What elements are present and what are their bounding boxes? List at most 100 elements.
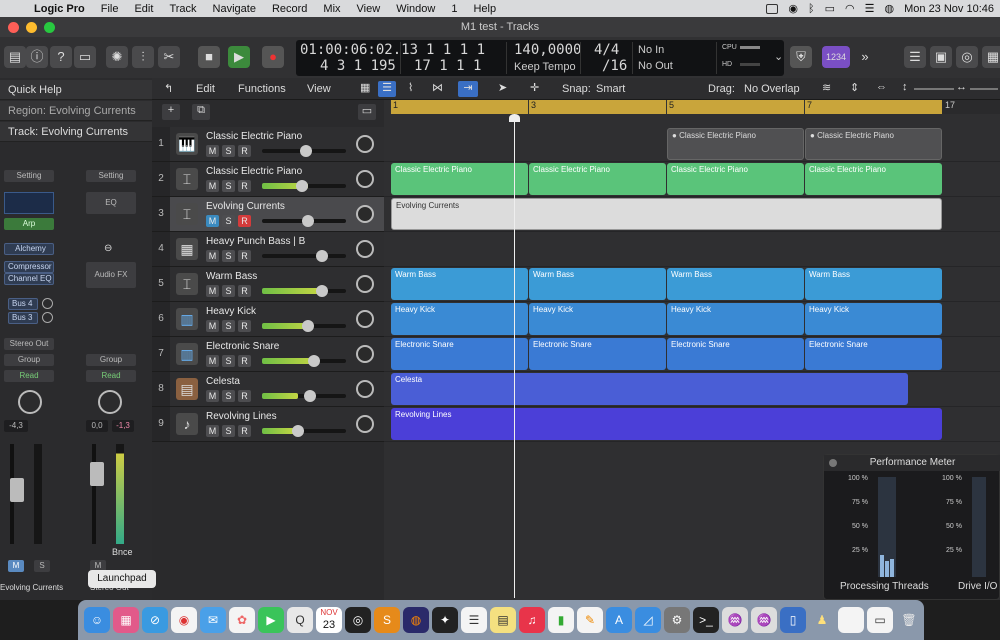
strip1-setting-button[interactable]: Setting	[4, 170, 54, 182]
music-icon[interactable]: ♫	[519, 607, 545, 633]
mixer-icon[interactable]: ⫶	[132, 46, 154, 68]
strip1-group-button[interactable]: Group	[4, 354, 54, 366]
global-tracks-icon[interactable]: ▭	[358, 104, 376, 120]
strip1-instrument-slot[interactable]: Alchemy	[4, 243, 54, 255]
close-window-button[interactable]	[8, 22, 19, 33]
track-name[interactable]: Classic Electric Piano	[206, 166, 302, 177]
vertical-zoom-slider[interactable]	[914, 88, 954, 90]
volume-fader-knob[interactable]	[316, 285, 328, 297]
chrome-icon[interactable]: ◉	[171, 607, 197, 633]
mute-button[interactable]: M	[206, 390, 219, 402]
track-name[interactable]: Heavy Punch Bass | B	[206, 236, 305, 247]
volume-fader-knob[interactable]	[300, 145, 312, 157]
edit-menu[interactable]: Edit	[196, 83, 215, 95]
region[interactable]: Evolving Currents	[391, 198, 942, 230]
lcd-chevron-icon[interactable]: ⌄	[774, 50, 783, 63]
region[interactable]: Heavy Kick	[667, 303, 804, 335]
launchpad-icon[interactable]: ▦	[113, 607, 139, 633]
playhead-handle[interactable]	[509, 114, 520, 122]
download-folder-icon[interactable]: ♟	[809, 607, 835, 633]
flex-icon[interactable]: ⋈	[432, 81, 443, 94]
quick-help-icon[interactable]: ?	[50, 46, 72, 68]
play-button[interactable]: ▶	[228, 46, 250, 68]
view-menu[interactable]: View	[307, 83, 331, 95]
mute-button[interactable]: M	[206, 285, 219, 297]
notes-icon[interactable]: ▣	[930, 46, 952, 68]
pan-knob[interactable]	[356, 415, 374, 433]
pointer-tool-icon[interactable]: ➤	[498, 81, 507, 94]
document-icon[interactable]: ▭	[867, 607, 893, 633]
inspector-icon[interactable]: ⓘ	[26, 46, 48, 68]
horizontal-zoom-slider[interactable]	[970, 88, 998, 90]
pan-knob[interactable]	[356, 240, 374, 258]
sublime-icon[interactable]: S	[374, 607, 400, 633]
strip2-pan-knob[interactable]	[98, 390, 122, 414]
pan-knob[interactable]	[356, 380, 374, 398]
menu-record[interactable]: Record	[264, 3, 315, 15]
smart-controls-icon[interactable]: ✺	[106, 46, 128, 68]
track-name[interactable]: Celesta	[206, 376, 240, 387]
mute-button[interactable]: M	[206, 320, 219, 332]
region[interactable]: Warm Bass	[667, 268, 804, 300]
logic-pro-icon[interactable]: ♒	[722, 607, 748, 633]
menu-navigate[interactable]: Navigate	[205, 3, 264, 15]
notes-icon[interactable]: ▤	[490, 607, 516, 633]
region[interactable]: Warm Bass	[529, 268, 666, 300]
calendar-icon[interactable]: NOV 23	[316, 607, 342, 633]
strip2-fader-handle[interactable]	[90, 462, 104, 486]
back-icon[interactable]: ↰	[164, 82, 173, 95]
volume-fader-knob[interactable]	[302, 215, 314, 227]
app-store-icon[interactable]: A	[606, 607, 632, 633]
track-header[interactable]: 3 ⌶ Evolving Currents M S R	[152, 197, 384, 232]
record-arm-button[interactable]: R	[238, 355, 251, 367]
fit-horizontal-icon[interactable]: ⇔	[876, 81, 887, 93]
solo-button[interactable]: S	[222, 250, 235, 262]
finder-icon[interactable]: ☺	[84, 607, 110, 633]
mute-button[interactable]: M	[206, 250, 219, 262]
track-header[interactable]: 9 ♪ Revolving Lines M S R	[152, 407, 384, 442]
strip1-fader-handle[interactable]	[10, 478, 24, 502]
pencil-tool-icon[interactable]: ✛	[530, 81, 539, 94]
solo-button[interactable]: S	[222, 215, 235, 227]
region[interactable]: Warm Bass	[391, 268, 528, 300]
playhead[interactable]	[514, 114, 515, 598]
facetime-icon[interactable]: ▶	[258, 607, 284, 633]
vertical-zoom-icon[interactable]: ↕	[902, 81, 908, 93]
menu-file[interactable]: File	[93, 3, 127, 15]
region[interactable]: ● Classic Electric Piano	[667, 128, 804, 160]
davinci-icon[interactable]: ✦	[432, 607, 458, 633]
list-view-icon[interactable]: ☰	[378, 81, 396, 97]
track-header[interactable]: 1 🎹 Classic Electric Piano M S R	[152, 127, 384, 162]
pan-knob[interactable]	[356, 205, 374, 223]
catch-icon[interactable]: ⇥	[458, 81, 478, 97]
pan-knob[interactable]	[356, 170, 374, 188]
record-arm-button[interactable]: R	[238, 250, 251, 262]
photos-icon[interactable]: ✿	[229, 607, 255, 633]
strip1-pan-knob[interactable]	[18, 390, 42, 414]
menu-track[interactable]: Track	[161, 3, 204, 15]
mute-button[interactable]: M	[206, 425, 219, 437]
volume-fader[interactable]	[262, 254, 346, 258]
itunes-icon[interactable]: ◎	[345, 607, 371, 633]
region[interactable]: Classic Electric Piano	[667, 163, 804, 195]
region[interactable]: Heavy Kick	[805, 303, 942, 335]
pages-icon[interactable]: ✎	[577, 607, 603, 633]
xcode-icon[interactable]: ◿	[635, 607, 661, 633]
keyboard-icon[interactable]	[766, 3, 779, 14]
fit-vertical-icon[interactable]: ⇕	[850, 81, 859, 94]
record-arm-button[interactable]: R	[238, 215, 251, 227]
preview-icon[interactable]: ▯	[780, 607, 806, 633]
volume-fader-knob[interactable]	[302, 320, 314, 332]
region[interactable]: Heavy Kick	[529, 303, 666, 335]
link-icon[interactable]: ⊖	[104, 243, 112, 254]
library-icon[interactable]: ▤	[4, 46, 26, 68]
trash-icon[interactable]: 🗑	[896, 607, 922, 633]
solo-button[interactable]: S	[222, 320, 235, 332]
solo-button[interactable]: S	[222, 285, 235, 297]
record-arm-button[interactable]: R	[238, 145, 251, 157]
horizontal-zoom-icon[interactable]: ↔	[956, 81, 967, 93]
strip1-send-1[interactable]: Bus 4	[8, 298, 38, 310]
strip1-arp-button[interactable]: Arp	[4, 218, 54, 230]
track-name[interactable]: Heavy Kick	[206, 306, 256, 317]
terminal-icon[interactable]: >_	[693, 607, 719, 633]
